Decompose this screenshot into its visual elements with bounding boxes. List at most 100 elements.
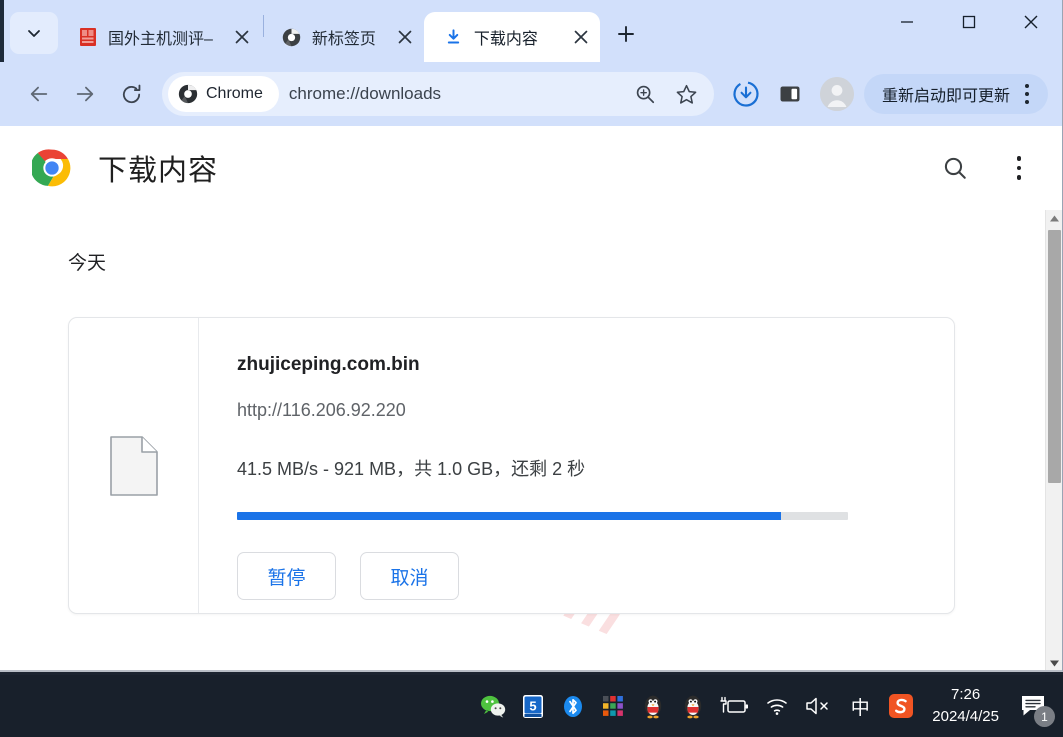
avatar[interactable] — [819, 77, 854, 111]
notification-badge: 1 — [1034, 706, 1055, 727]
volume-muted-icon[interactable] — [804, 693, 832, 719]
back-button[interactable] — [18, 73, 60, 115]
download-progress-fill — [237, 512, 781, 520]
arrow-left-icon — [30, 86, 48, 102]
chrome-grey-icon — [282, 27, 302, 47]
pause-button[interactable]: 暂停 — [237, 552, 336, 600]
tab-close-button[interactable] — [229, 24, 255, 50]
tab-new-tab-page[interactable]: 新标签页 — [266, 12, 424, 62]
cancel-button[interactable]: 取消 — [360, 552, 459, 600]
maximize-icon — [962, 15, 976, 29]
downloads-page-body: zhujiceping.com 今天 zhujiceping.com.bin h… — [0, 210, 1063, 670]
ime-chinese-icon[interactable]: 中 — [846, 693, 874, 719]
forward-button[interactable] — [64, 73, 106, 115]
three-dot-menu-icon[interactable] — [1012, 77, 1042, 111]
color-squares-icon[interactable] — [600, 693, 626, 719]
battery-charging-icon[interactable] — [720, 693, 750, 719]
reload-icon — [122, 84, 140, 103]
maximize-button[interactable] — [938, 0, 1000, 44]
close-icon — [1024, 15, 1038, 29]
three-dot-menu-icon[interactable] — [1002, 151, 1036, 185]
chevron-down-icon — [28, 30, 40, 37]
close-window-button[interactable] — [1000, 0, 1062, 44]
search-icon[interactable] — [938, 151, 972, 185]
omnibox-actions — [628, 77, 714, 111]
side-panel-icon — [780, 86, 800, 102]
download-source-url[interactable]: http://116.206.92.220 — [237, 400, 926, 421]
download-status-text: 41.5 MB/s - 921 MB，共 1.0 GB，还剩 2 秒 — [237, 459, 586, 479]
video-player-5-icon[interactable]: 5 — [520, 693, 546, 719]
bluetooth-icon[interactable] — [560, 693, 586, 719]
tab-downloads[interactable]: 下载内容 — [423, 12, 600, 62]
ime-label: 中 — [850, 697, 870, 719]
clock-time: 7:26 — [951, 686, 981, 704]
tab-strip: 国外主机测评– 新标签页 下载内容 — [0, 0, 1062, 62]
close-icon — [235, 30, 249, 44]
download-actions: 暂停 取消 — [237, 552, 926, 600]
download-progress-bar — [237, 512, 848, 520]
close-icon — [398, 30, 412, 44]
tab-close-button[interactable] — [568, 24, 594, 50]
triangle-up-icon — [1049, 215, 1059, 222]
close-icon — [574, 30, 588, 44]
tab-search-button[interactable] — [10, 12, 58, 54]
plus-icon — [617, 26, 634, 42]
download-blue-icon — [444, 27, 464, 47]
avatar-icon — [819, 77, 854, 111]
triangle-down-icon — [1049, 660, 1059, 667]
minimize-icon — [901, 21, 913, 23]
page-title: 下载内容 — [98, 155, 219, 187]
chrome-chip[interactable]: Chrome — [168, 76, 279, 112]
sogou-input-icon[interactable] — [888, 693, 914, 719]
download-file-name[interactable]: zhujiceping.com.bin — [237, 354, 926, 376]
tab-title: 新标签页 — [311, 31, 376, 48]
taskbar: 5 中 7:26 2024/4/25 1 — [0, 675, 1063, 737]
arrow-right-icon — [76, 86, 94, 102]
update-button[interactable]: 重新启动即可更新 — [863, 74, 1048, 114]
download-progress-icon — [733, 81, 759, 107]
tab-title: 国外主机测评– — [108, 31, 213, 48]
tab-title: 下载内容 — [473, 31, 538, 48]
chrome-logo-icon — [30, 148, 72, 188]
clock[interactable]: 7:26 2024/4/25 — [932, 684, 999, 728]
browser-window: 国外主机测评– 新标签页 下载内容 Chrome chrome://downlo… — [0, 0, 1063, 672]
zoom-search-icon[interactable] — [628, 77, 662, 111]
chrome-chip-label: Chrome — [206, 85, 263, 102]
download-item-card[interactable]: zhujiceping.com.bin http://116.206.92.22… — [68, 317, 955, 614]
browser-toolbar: Chrome chrome://downloads 重新启动即可更新 — [0, 62, 1062, 126]
clock-date: 2024/4/25 — [932, 708, 999, 725]
chrome-grey-icon — [178, 84, 198, 104]
notification-center-button[interactable]: 1 — [1013, 686, 1055, 727]
qq-penguin-2-icon[interactable] — [680, 693, 706, 719]
section-heading-today: 今天 — [68, 253, 107, 274]
downloads-scroll-area: zhujiceping.com 今天 zhujiceping.com.bin h… — [0, 210, 1045, 670]
scrollbar-thumb[interactable] — [1047, 230, 1061, 483]
downloads-button[interactable] — [726, 74, 766, 114]
tab-separator — [262, 15, 264, 37]
tab-close-button[interactable] — [392, 24, 418, 50]
tab-guowai-zhuji[interactable]: 国外主机测评– — [62, 12, 261, 62]
site-favicon-red-icon — [78, 27, 98, 47]
svg-text:5: 5 — [530, 698, 537, 713]
scrollbar-up-arrow[interactable] — [1046, 210, 1063, 227]
downloads-page: 下载内容 zhujiceping.com 今天 — [0, 126, 1063, 670]
new-tab-button[interactable] — [608, 16, 644, 52]
scrollbar-down-arrow[interactable] — [1046, 655, 1063, 670]
address-bar-url: chrome://downloads — [288, 84, 442, 103]
side-panel-button[interactable] — [770, 74, 810, 114]
minimize-button[interactable] — [876, 0, 938, 44]
download-file-icon-column — [69, 318, 199, 613]
generic-file-icon — [109, 435, 158, 496]
reload-button[interactable] — [110, 73, 152, 115]
downloads-page-header: 下载内容 — [0, 126, 1062, 210]
wifi-icon[interactable] — [764, 693, 790, 719]
download-details: zhujiceping.com.bin http://116.206.92.22… — [199, 318, 954, 613]
system-tray: 5 中 — [480, 675, 914, 737]
qq-penguin-icon[interactable] — [640, 693, 666, 719]
page-scrollbar[interactable] — [1045, 210, 1063, 670]
star-icon[interactable] — [670, 77, 704, 111]
wechat-icon[interactable] — [480, 693, 506, 719]
address-bar[interactable]: Chrome chrome://downloads — [162, 72, 714, 116]
page-header-actions — [938, 151, 1036, 185]
update-button-label: 重新启动即可更新 — [881, 88, 1010, 105]
